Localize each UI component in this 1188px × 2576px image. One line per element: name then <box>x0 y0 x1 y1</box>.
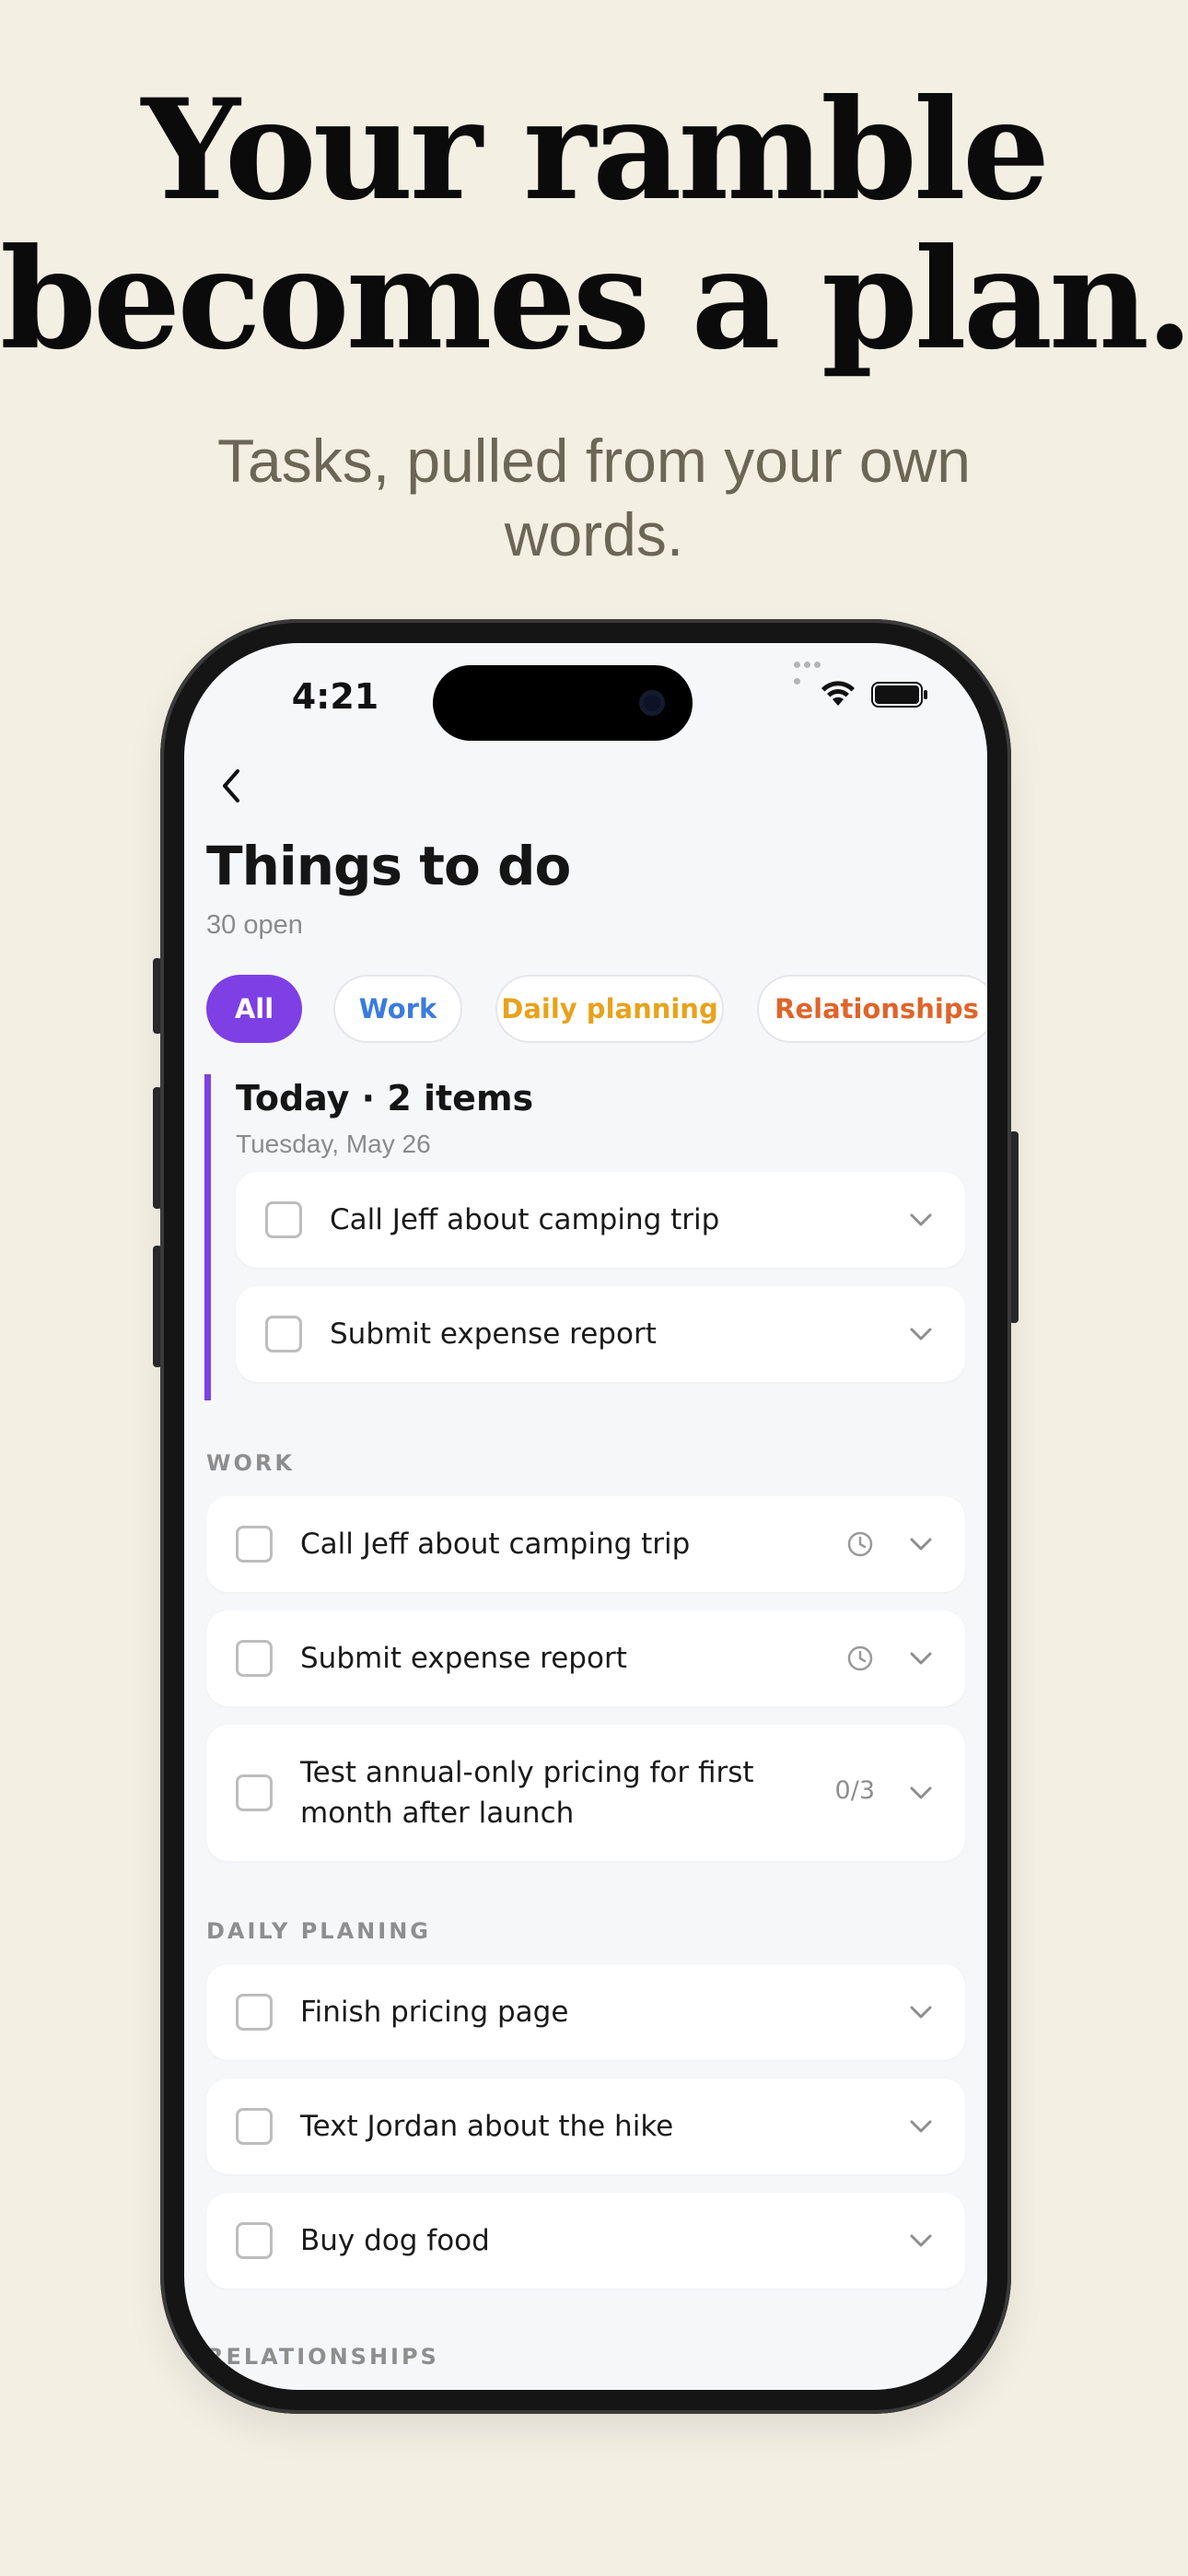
task-card[interactable]: Call Jeff about camping trip <box>236 1172 965 1268</box>
subhead-line-2: words. <box>504 500 684 568</box>
chip-label: Relationships <box>775 993 979 1025</box>
chip-label: All <box>234 993 274 1025</box>
filter-chip-relationships[interactable]: Relationships <box>757 975 987 1043</box>
section-label-work: WORK <box>206 1450 295 1476</box>
chevron-down-icon[interactable] <box>906 2112 936 2141</box>
headline-line-1: Your ramble <box>141 69 1051 231</box>
today-accent-bar <box>204 1074 211 1400</box>
task-title: Call Jeff about camping trip <box>300 1528 691 1561</box>
chevron-down-icon[interactable] <box>906 1529 936 1559</box>
signal-dots-icon <box>794 656 833 685</box>
clock-icon <box>847 1645 873 1671</box>
task-title: Submit expense report <box>330 1317 657 1351</box>
today-title: Today · 2 items <box>236 1078 534 1118</box>
task-title: Text Jordan about the hike <box>300 2110 674 2143</box>
chevron-down-icon[interactable] <box>906 1205 936 1235</box>
task-title: Buy dog food <box>300 2224 490 2257</box>
clock-icon <box>847 1531 873 1557</box>
wifi-icon <box>821 681 855 706</box>
status-time: 4:21 <box>291 676 379 717</box>
task-title: Finish pricing page <box>300 1996 569 2029</box>
page-title: Things to do <box>206 835 571 897</box>
task-checkbox[interactable] <box>265 1201 302 1238</box>
open-count: 30 open <box>206 910 303 940</box>
chevron-down-icon[interactable] <box>906 1644 936 1673</box>
phone-frame: 4:21 Things to do 30 open All Work Daily… <box>160 619 1011 2414</box>
marketing-headline: Your ramble becomes a plan. <box>0 76 1188 374</box>
chevron-left-icon <box>223 769 239 802</box>
task-title: Call Jeff about camping trip <box>330 1203 720 1236</box>
chip-label: Daily planning <box>501 993 718 1025</box>
subtask-progress: 0/3 <box>834 1776 875 1805</box>
headline-line-2: becomes a plan. <box>0 218 1188 381</box>
section-label-relationships: RELATIONSHIPS <box>206 2344 439 2370</box>
chevron-down-icon[interactable] <box>906 2226 936 2255</box>
task-checkbox[interactable] <box>236 1526 273 1563</box>
task-title-line-2: month after launch <box>300 1797 575 1830</box>
task-checkbox[interactable] <box>236 1774 273 1811</box>
marketing-subhead: Tasks, pulled from your own words. <box>0 424 1188 571</box>
phone-screen: 4:21 Things to do 30 open All Work Daily… <box>184 643 987 2390</box>
camera-icon <box>639 690 665 716</box>
task-checkbox[interactable] <box>236 2222 273 2259</box>
chevron-down-icon[interactable] <box>906 1319 936 1349</box>
chevron-down-icon[interactable] <box>906 1778 936 1808</box>
dynamic-island <box>433 665 693 741</box>
task-card[interactable]: Buy dog food <box>206 2193 965 2289</box>
battery-icon <box>871 682 927 708</box>
task-checkbox[interactable] <box>236 2108 273 2145</box>
task-checkbox[interactable] <box>236 1640 273 1677</box>
section-label-daily-planing: DAILY PLANING <box>206 1918 431 1944</box>
task-checkbox[interactable] <box>236 1994 273 2031</box>
task-card[interactable]: Text Jordan about the hike <box>206 2078 965 2174</box>
filter-chip-daily-planning[interactable]: Daily planning <box>495 975 724 1043</box>
task-card[interactable]: Submit expense report <box>236 1286 965 1382</box>
chip-label: Work <box>358 993 437 1025</box>
task-card[interactable]: Call Jeff about camping trip <box>206 1496 965 1592</box>
filter-chip-all[interactable]: All <box>206 975 302 1043</box>
task-title: Submit expense report <box>300 1642 627 1675</box>
task-card[interactable]: Finish pricing page <box>206 1964 965 2060</box>
task-card[interactable]: Test annual-only pricing for first month… <box>206 1725 965 1861</box>
today-date: Tuesday, May 26 <box>236 1130 431 1158</box>
subhead-line-1: Tasks, pulled from your own <box>216 427 971 495</box>
filter-chip-work[interactable]: Work <box>333 975 462 1043</box>
task-card[interactable]: Submit expense report <box>206 1610 965 1706</box>
today-section: Today · 2 items Tuesday, May 26 Call Jef… <box>204 1074 965 1400</box>
back-button[interactable] <box>208 763 254 809</box>
task-title-line-1: Test annual-only pricing for first <box>300 1756 754 1789</box>
task-checkbox[interactable] <box>265 1316 302 1352</box>
chevron-down-icon[interactable] <box>906 1997 936 2027</box>
